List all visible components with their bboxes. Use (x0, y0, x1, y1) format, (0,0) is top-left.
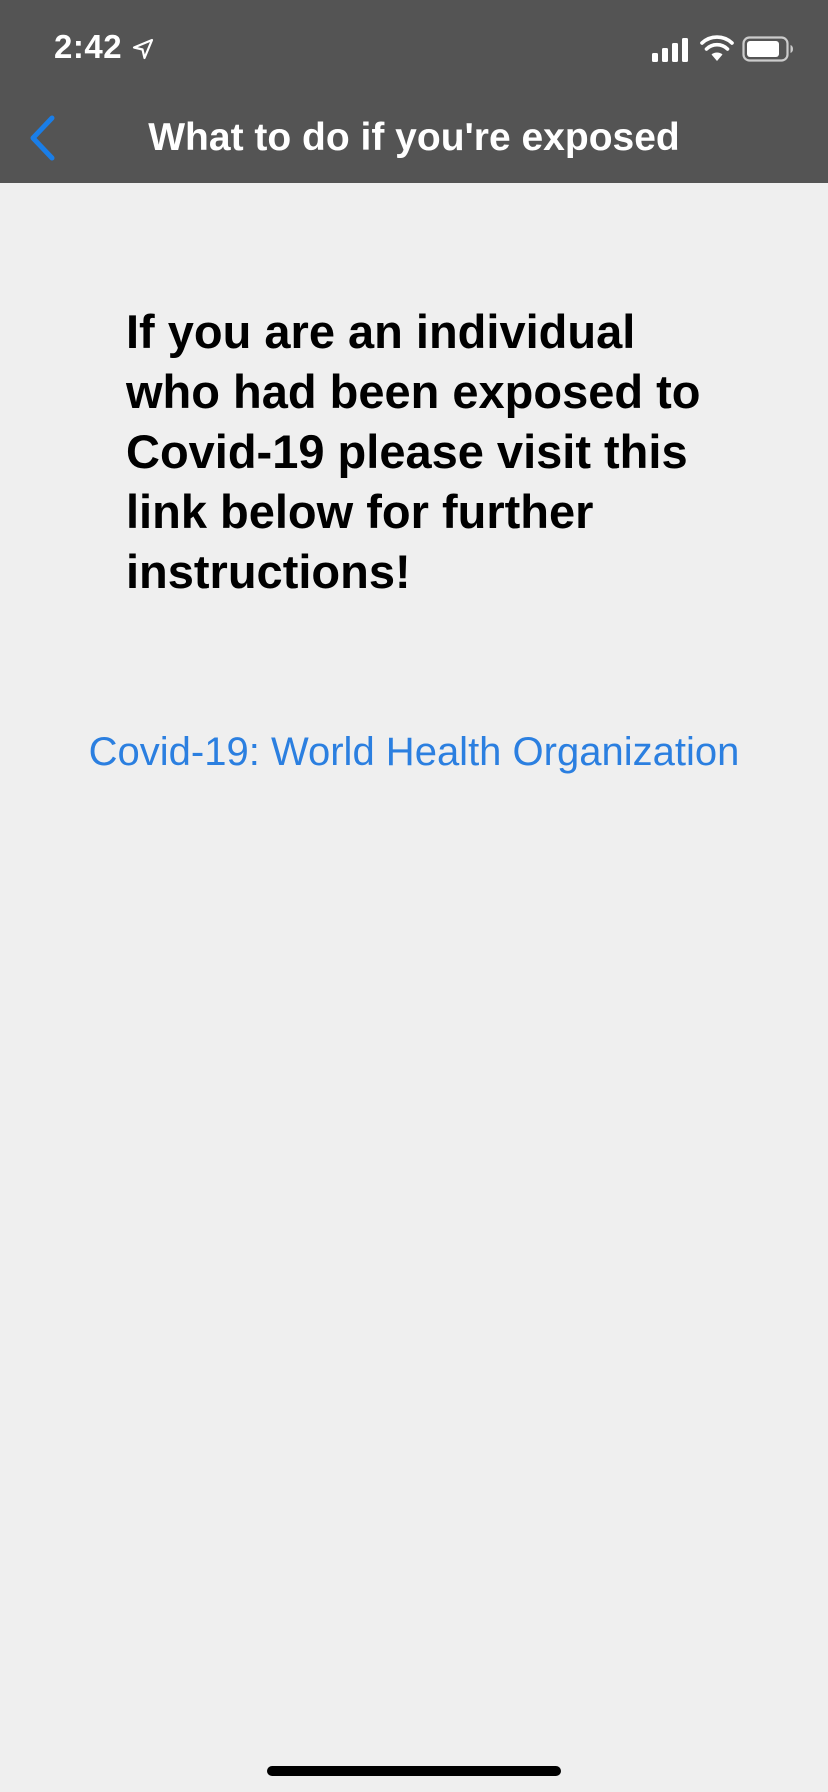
status-time: 2:42 (54, 28, 123, 65)
location-arrow-icon (132, 38, 154, 60)
exposure-message: If you are an individual who had been ex… (126, 305, 701, 598)
screen: 2:42 What to do if you're exposed If you… (0, 0, 828, 1792)
wifi-icon (700, 35, 734, 61)
who-covid-link[interactable]: Covid-19: World Health Organization (0, 726, 828, 778)
battery-icon (742, 36, 793, 62)
page-title: What to do if you're exposed (148, 116, 680, 159)
cellular-signal-icon (652, 38, 688, 62)
home-indicator[interactable] (267, 1766, 561, 1776)
top-bar: 2:42 What to do if you're exposed (0, 0, 828, 183)
